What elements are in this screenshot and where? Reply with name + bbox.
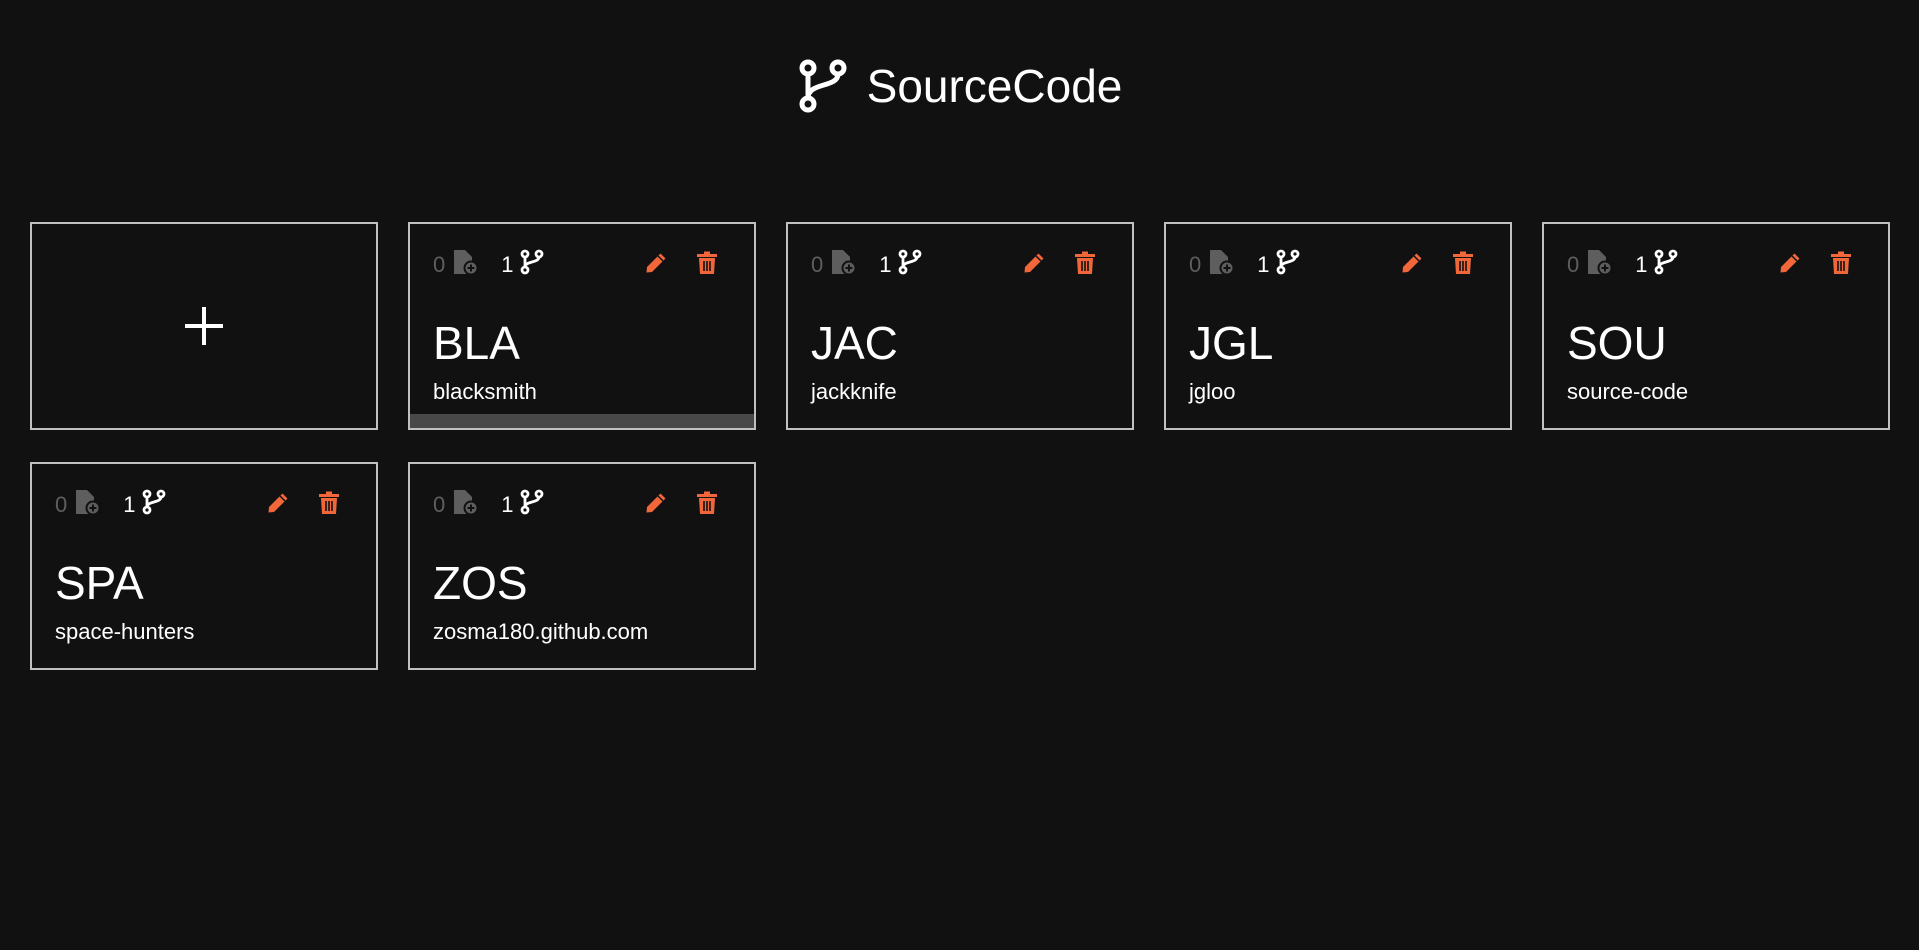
plus-icon xyxy=(182,304,226,348)
pencil-icon xyxy=(266,491,290,520)
pencil-icon xyxy=(1778,251,1802,280)
branch-count-value: 1 xyxy=(123,492,136,517)
file-count-value: 0 xyxy=(811,252,824,277)
card-actions xyxy=(1020,250,1099,280)
pencil-icon xyxy=(1400,251,1424,280)
file-count-value: 0 xyxy=(433,252,446,277)
file-add-icon xyxy=(1585,248,1613,282)
selected-indicator-bar xyxy=(410,414,754,428)
project-code: SOU xyxy=(1567,317,1667,369)
trash-icon xyxy=(318,491,340,520)
project-card[interactable]: 0 1 SPA space-hunters xyxy=(30,462,378,670)
project-card[interactable]: 0 1 JAC jackknife xyxy=(786,222,1134,430)
edit-button[interactable] xyxy=(642,251,670,279)
git-branch-icon xyxy=(1654,249,1678,281)
project-stats: 0 1 xyxy=(811,248,922,282)
file-count: 0 xyxy=(433,488,479,522)
project-name: blacksmith xyxy=(433,379,537,404)
branch-count: 1 xyxy=(501,489,543,521)
file-add-icon xyxy=(829,248,857,282)
file-add-icon xyxy=(73,488,101,522)
project-code: SPA xyxy=(55,557,144,609)
file-count: 0 xyxy=(433,248,479,282)
project-code: JGL xyxy=(1189,317,1274,369)
git-branch-icon xyxy=(797,56,849,116)
trash-icon xyxy=(696,491,718,520)
card-actions xyxy=(1776,250,1855,280)
card-actions xyxy=(642,250,721,280)
trash-icon xyxy=(1074,251,1096,280)
branch-count: 1 xyxy=(1257,249,1299,281)
edit-button[interactable] xyxy=(642,491,670,519)
edit-button[interactable] xyxy=(1776,251,1804,279)
edit-button[interactable] xyxy=(264,491,292,519)
file-count-value: 0 xyxy=(433,492,446,517)
file-add-icon xyxy=(1207,248,1235,282)
branch-count: 1 xyxy=(123,489,165,521)
card-actions xyxy=(1398,250,1477,280)
file-count: 0 xyxy=(811,248,857,282)
project-stats: 0 1 xyxy=(433,488,544,522)
edit-button[interactable] xyxy=(1398,251,1426,279)
card-actions xyxy=(264,490,343,520)
project-code: ZOS xyxy=(433,557,528,609)
branch-count-value: 1 xyxy=(501,492,514,517)
delete-button[interactable] xyxy=(315,491,343,519)
file-count: 0 xyxy=(1567,248,1613,282)
branch-count-value: 1 xyxy=(1635,252,1648,277)
edit-button[interactable] xyxy=(1020,251,1048,279)
pencil-icon xyxy=(644,491,668,520)
project-code: BLA xyxy=(433,317,520,369)
project-name: space-hunters xyxy=(55,619,195,644)
file-count-value: 0 xyxy=(55,492,68,517)
branch-count: 1 xyxy=(1635,249,1677,281)
branch-count: 1 xyxy=(501,249,543,281)
pencil-icon xyxy=(644,251,668,280)
project-name: source-code xyxy=(1567,379,1689,404)
project-name: jgloo xyxy=(1189,379,1236,404)
project-name: jackknife xyxy=(811,379,897,404)
project-card[interactable]: 0 1 SOU source-code xyxy=(1542,222,1890,430)
git-branch-icon xyxy=(142,489,166,521)
project-stats: 0 1 xyxy=(433,248,544,282)
add-project-card[interactable] xyxy=(30,222,378,430)
file-add-icon xyxy=(451,248,479,282)
git-branch-icon xyxy=(1276,249,1300,281)
git-branch-icon xyxy=(520,249,544,281)
trash-icon xyxy=(696,251,718,280)
delete-button[interactable] xyxy=(1071,251,1099,279)
branch-count: 1 xyxy=(879,249,921,281)
file-count: 0 xyxy=(1189,248,1235,282)
page-title: SourceCode xyxy=(866,60,1123,112)
project-name: zosma180.github.com xyxy=(433,619,649,644)
project-card[interactable]: 0 1 ZOS zosma180.github.com xyxy=(408,462,756,670)
branch-count-value: 1 xyxy=(1257,252,1270,277)
project-card[interactable]: 0 1 BLA blacksmith xyxy=(408,222,756,430)
project-code: JAC xyxy=(811,317,898,369)
delete-button[interactable] xyxy=(1449,251,1477,279)
branch-count-value: 1 xyxy=(501,252,514,277)
delete-button[interactable] xyxy=(693,251,721,279)
project-stats: 0 1 xyxy=(55,488,166,522)
file-add-icon xyxy=(451,488,479,522)
project-stats: 0 1 xyxy=(1567,248,1678,282)
delete-button[interactable] xyxy=(693,491,721,519)
trash-icon xyxy=(1830,251,1852,280)
file-count-value: 0 xyxy=(1567,252,1580,277)
project-card[interactable]: 0 1 JGL jgloo xyxy=(1164,222,1512,430)
file-count-value: 0 xyxy=(1189,252,1202,277)
trash-icon xyxy=(1452,251,1474,280)
project-grid: 0 1 BLA blacksmith 0 1 JAC jackknife 0 1… xyxy=(30,222,1890,670)
file-count: 0 xyxy=(55,488,101,522)
project-stats: 0 1 xyxy=(1189,248,1300,282)
git-branch-icon xyxy=(520,489,544,521)
pencil-icon xyxy=(1022,251,1046,280)
card-actions xyxy=(642,490,721,520)
branch-count-value: 1 xyxy=(879,252,892,277)
git-branch-icon xyxy=(898,249,922,281)
delete-button[interactable] xyxy=(1827,251,1855,279)
page-header: SourceCode xyxy=(0,56,1919,116)
